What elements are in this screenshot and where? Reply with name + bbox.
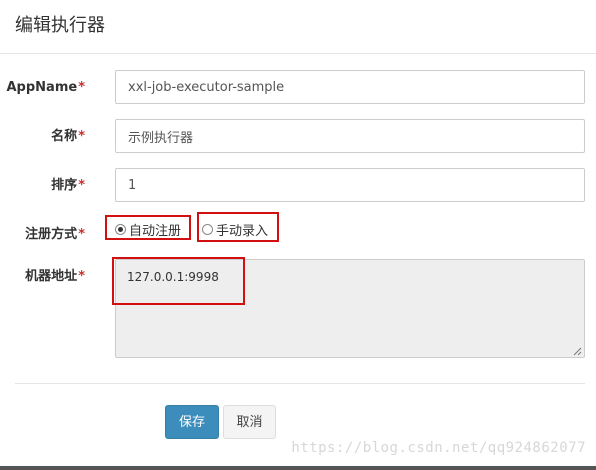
radio-manual-register-label: 手动录入 — [216, 224, 269, 239]
radio-unchecked-icon[interactable] — [202, 224, 213, 235]
save-button[interactable]: 保存 — [165, 405, 219, 439]
required-mark: * — [78, 80, 85, 95]
required-mark: * — [78, 269, 85, 284]
name-label: 名称* — [51, 128, 85, 146]
appname-input[interactable] — [115, 70, 585, 104]
register-type-label-text: 注册方式 — [25, 227, 78, 242]
order-label-text: 排序 — [51, 178, 78, 193]
appname-label: AppName* — [7, 79, 86, 97]
required-mark: * — [78, 178, 85, 193]
cancel-button[interactable]: 取消 — [223, 405, 276, 439]
name-input[interactable] — [115, 119, 585, 153]
radio-manual-register[interactable]: 手动录入 — [202, 220, 268, 239]
footer-divider — [15, 383, 585, 384]
modal-header: 编辑执行器 — [0, 0, 596, 54]
address-label-text: 机器地址 — [25, 269, 78, 284]
watermark-text: https://blog.csdn.net/qq924862077 — [291, 440, 586, 456]
name-label-text: 名称 — [51, 129, 78, 144]
address-label: 机器地址* — [25, 268, 85, 286]
required-mark: * — [78, 227, 85, 242]
radio-auto-register-label: 自动注册 — [129, 224, 182, 239]
bottom-edge — [0, 466, 596, 470]
required-mark: * — [78, 129, 85, 144]
appname-label-text: AppName — [6, 80, 78, 95]
highlight-box-address — [112, 257, 245, 305]
register-type-label: 注册方式* — [25, 226, 85, 244]
resize-grip-icon[interactable] — [572, 346, 582, 356]
modal-title: 编辑执行器 — [15, 15, 105, 36]
order-label: 排序* — [51, 177, 85, 195]
order-input[interactable] — [115, 168, 585, 202]
radio-checked-icon[interactable] — [115, 224, 126, 235]
radio-auto-register[interactable]: 自动注册 — [115, 220, 181, 239]
